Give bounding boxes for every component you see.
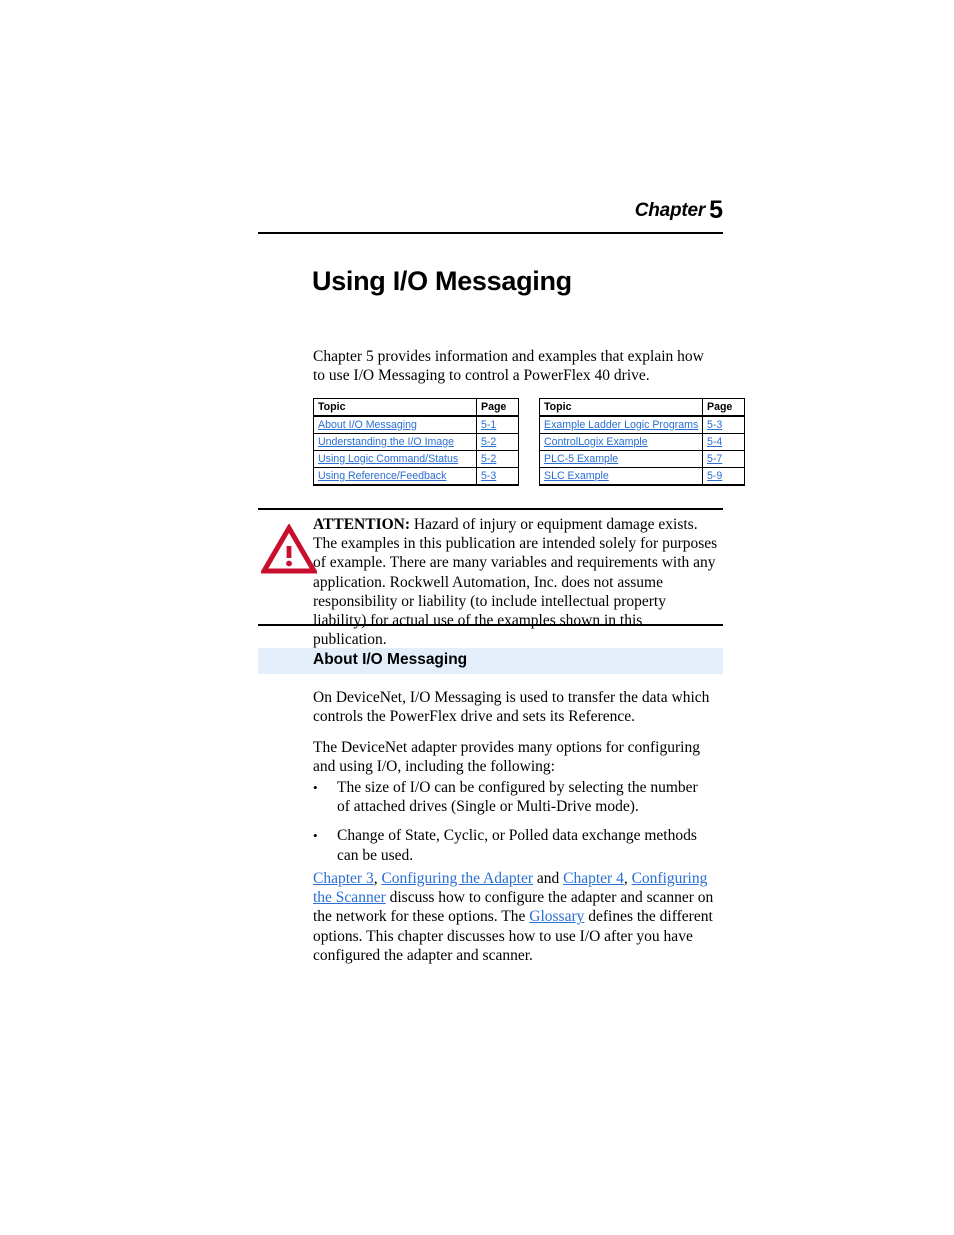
page-link[interactable]: 5-2 (481, 436, 496, 448)
document-page: Chapter 5 Using I/O Messaging Chapter 5 p… (0, 0, 954, 1235)
page-cell: 5-2 (476, 433, 519, 451)
text-sep-2: and (532, 870, 564, 887)
table-row: Using Logic Command/Status 5-2 (313, 450, 519, 468)
chapter-label: Chapter (634, 200, 706, 221)
text-sep-3: , (623, 870, 632, 887)
list-item: • Change of State, Cyclic, or Polled dat… (313, 826, 713, 864)
topic-link[interactable]: About I/O Messaging (318, 419, 417, 431)
attention-rule-bottom (258, 624, 723, 626)
topic-cell: PLC-5 Example (539, 450, 703, 468)
table-row: Understanding the I/O Image 5-2 (313, 433, 519, 451)
warning-triangle-icon (259, 523, 319, 576)
page-cell: 5-3 (702, 415, 745, 434)
page-cell: 5-4 (702, 433, 745, 451)
attention-label: ATTENTION: (313, 516, 411, 533)
link-chapter-3[interactable]: Chapter 3 (313, 870, 374, 887)
link-chapter-4[interactable]: Chapter 4 (563, 870, 624, 887)
bullet-icon: • (313, 780, 318, 795)
column-header-page: Page (476, 398, 519, 417)
table-row: SLC Example 5-9 (539, 467, 745, 486)
attention-text: ATTENTION: Hazard of injury or equipment… (313, 515, 719, 649)
topic-cell: Using Reference/Feedback (313, 467, 477, 486)
topic-cell: Using Logic Command/Status (313, 450, 477, 468)
topic-link[interactable]: Using Reference/Feedback (318, 470, 446, 482)
page-link[interactable]: 5-4 (707, 436, 722, 448)
link-glossary[interactable]: Glossary (529, 908, 584, 925)
table-row: ControlLogix Example 5-4 (539, 433, 745, 451)
header-rule (258, 232, 723, 234)
column-header-page: Page (702, 398, 745, 417)
attention-rule-top (258, 508, 723, 510)
link-configuring-the-adapter[interactable]: Configuring the Adapter (381, 870, 533, 887)
list-item: • The size of I/O can be configured by s… (313, 778, 713, 816)
section-heading: About I/O Messaging (313, 651, 468, 668)
page-link[interactable]: 5-1 (481, 419, 496, 431)
topic-link[interactable]: Using Logic Command/Status (318, 453, 458, 465)
topic-table-left: Topic Page About I/O Messaging 5-1 Under… (313, 398, 519, 486)
chapter-number: 5 (709, 196, 723, 224)
page-cell: 5-3 (476, 467, 519, 486)
topic-link[interactable]: PLC-5 Example (544, 453, 618, 465)
page-link[interactable]: 5-9 (707, 470, 722, 482)
table-header-row: Topic Page (313, 398, 519, 417)
topic-cell: ControlLogix Example (539, 433, 703, 451)
page-link[interactable]: 5-2 (481, 453, 496, 465)
intro-paragraph: Chapter 5 provides information and examp… (313, 348, 704, 384)
list-item-text: The size of I/O can be configured by sel… (337, 779, 698, 816)
page-cell: 5-1 (476, 415, 519, 434)
table-header-row: Topic Page (539, 398, 745, 417)
section-paragraph-1: On DeviceNet, I/O Messaging is used to t… (313, 689, 710, 726)
table-row: Using Reference/Feedback 5-3 (313, 467, 519, 486)
topic-cell: Example Ladder Logic Programs (539, 415, 703, 434)
page-cell: 5-7 (702, 450, 745, 468)
bullet-list: • The size of I/O can be configured by s… (313, 778, 713, 875)
topic-cell: Understanding the I/O Image (313, 433, 477, 451)
table-row: Example Ladder Logic Programs 5-3 (539, 415, 745, 434)
section-paragraph-4: Chapter 3, Configuring the Adapter and C… (313, 869, 723, 965)
topic-tables: Topic Page About I/O Messaging 5-1 Under… (313, 398, 745, 486)
bullet-icon: • (313, 828, 318, 844)
page-cell: 5-2 (476, 450, 519, 468)
chapter-header: Chapter 5 (258, 196, 723, 224)
table-row: PLC-5 Example 5-7 (539, 450, 745, 468)
topic-link[interactable]: ControlLogix Example (544, 436, 648, 448)
topic-link[interactable]: Understanding the I/O Image (318, 436, 454, 448)
topic-cell: SLC Example (539, 467, 703, 486)
page-title: Using I/O Messaging (312, 266, 572, 296)
topic-link[interactable]: Example Ladder Logic Programs (544, 419, 698, 431)
table-row: About I/O Messaging 5-1 (313, 415, 519, 434)
list-item-text: Change of State, Cyclic, or Polled data … (337, 827, 697, 864)
attention-body: Hazard of injury or equipment damage exi… (313, 516, 718, 649)
page-cell: 5-9 (702, 467, 745, 486)
topic-cell: About I/O Messaging (313, 415, 477, 434)
column-header-topic: Topic (313, 398, 477, 417)
page-link[interactable]: 5-3 (707, 419, 722, 431)
page-link[interactable]: 5-7 (707, 453, 722, 465)
column-header-topic: Topic (539, 398, 703, 417)
page-link[interactable]: 5-3 (481, 470, 496, 482)
topic-table-right: Topic Page Example Ladder Logic Programs… (539, 398, 745, 486)
topic-link[interactable]: SLC Example (544, 470, 609, 482)
section-paragraph-2: The DeviceNet adapter provides many opti… (313, 739, 700, 776)
